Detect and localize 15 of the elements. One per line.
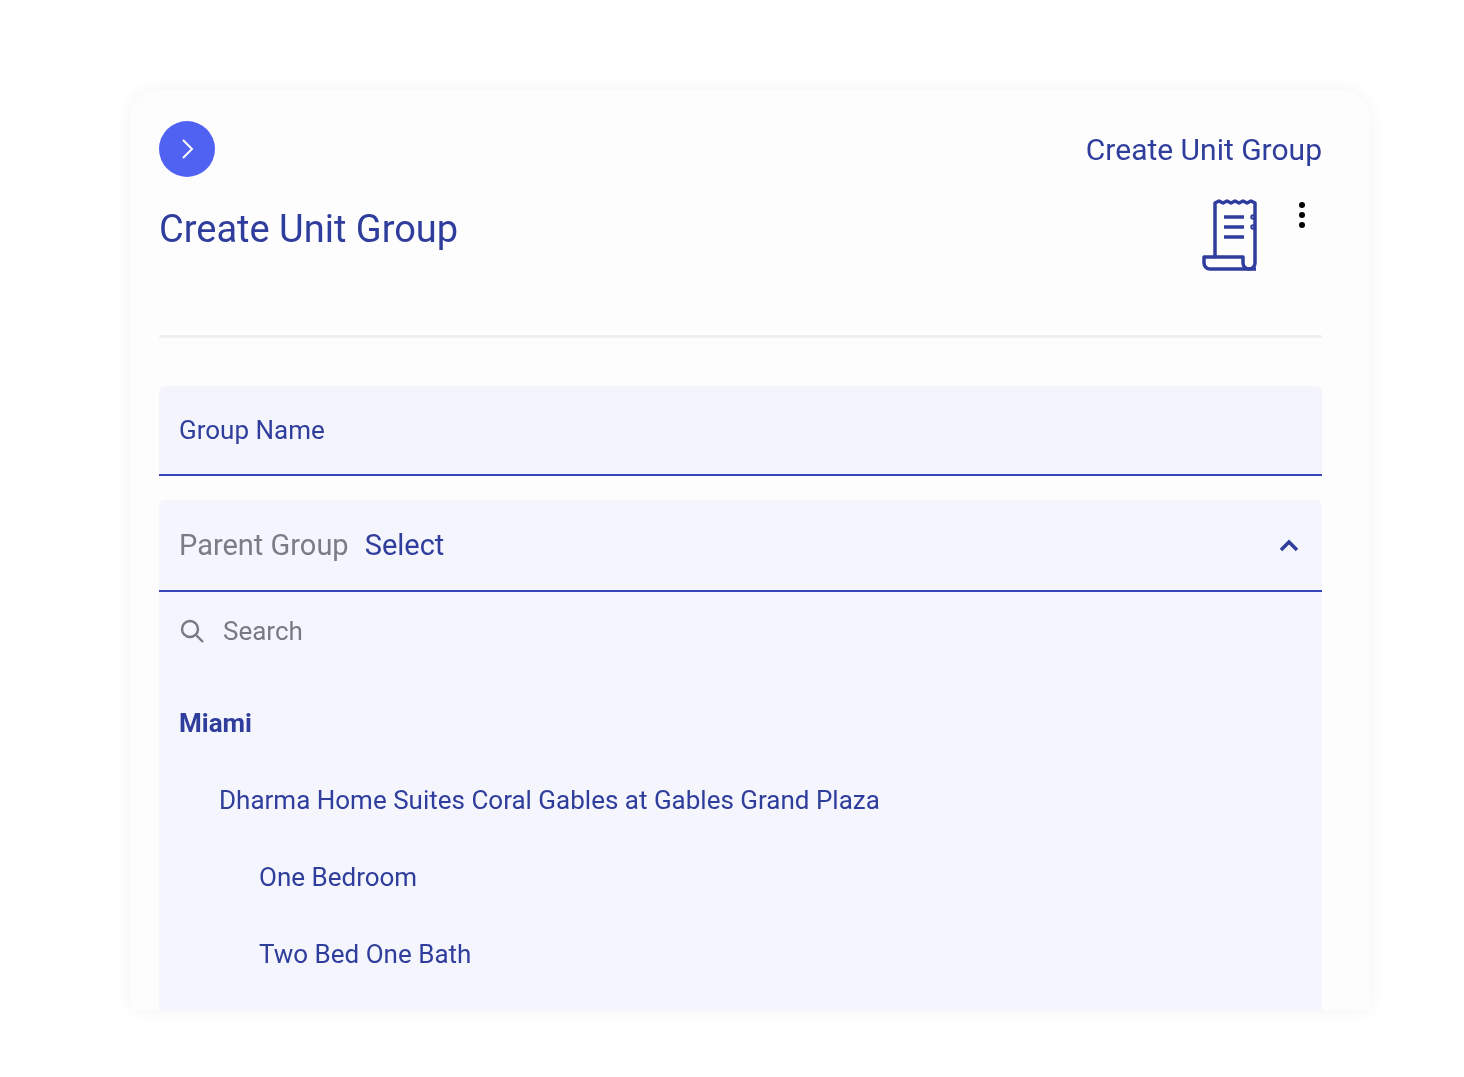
select-value: Select (364, 528, 446, 562)
option-item[interactable]: One Bedroom (179, 839, 1322, 916)
option-item[interactable]: Miami (179, 685, 1322, 762)
option-item[interactable]: Two Bed One Bath (179, 916, 1322, 993)
parent-group-select[interactable]: Parent Group Select (159, 500, 1322, 592)
search-icon (179, 618, 205, 644)
field-label: Parent Group (179, 528, 349, 562)
caret-icon (1278, 538, 1300, 552)
option-item[interactable]: Dharma Home Suites Coral Gables at Gables Grand Plaza (179, 762, 1322, 839)
expand-button[interactable] (159, 121, 215, 177)
search-field[interactable]: Search (221, 615, 1302, 647)
group-name-field[interactable]: Group Name (159, 386, 1322, 476)
page-title: Create Unit Group (159, 207, 459, 251)
breadcrumb-link[interactable]: Create Unit Group (1085, 131, 1322, 167)
more-options-icon[interactable] (1296, 201, 1308, 231)
